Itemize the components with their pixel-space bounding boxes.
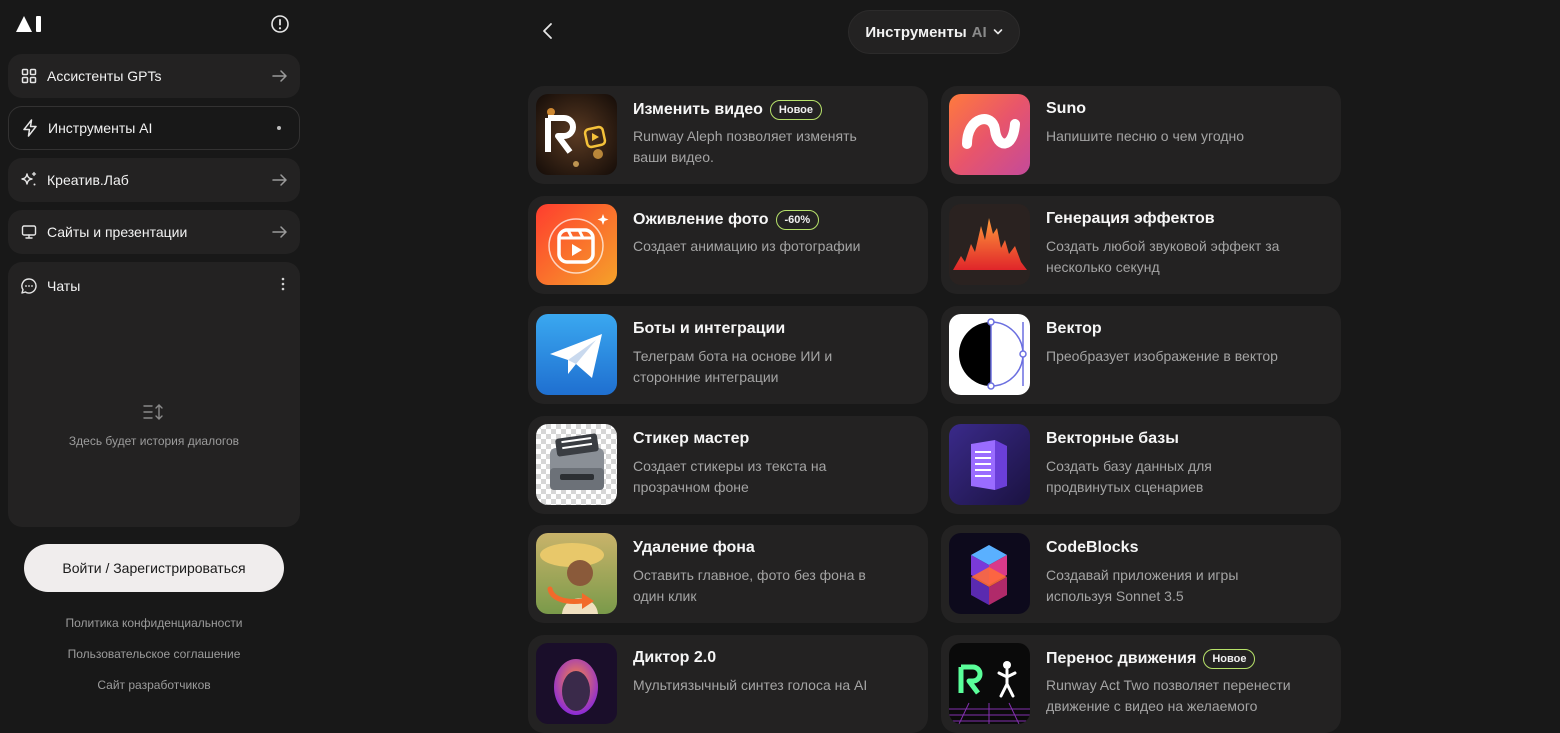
tool-description: Напишите песню о чем угодно	[1046, 128, 1245, 144]
sidebar-item-label: Креатив.Лаб	[47, 172, 129, 188]
tool-thumbnail	[949, 94, 1030, 175]
tool-title-text: Вектор	[1046, 320, 1102, 337]
developers-site-link[interactable]: Сайт разработчиков	[0, 678, 308, 692]
arrow-right-icon	[272, 173, 288, 187]
tool-card-remove-bg[interactable]: Удаление фона Оставить главное, фото без…	[528, 525, 928, 623]
tool-description: Телеграм бота на основе ИИ и сторонние и…	[633, 348, 833, 385]
tool-card-sticker-master[interactable]: Стикер мастер Создает стикеры из текста …	[528, 416, 928, 514]
user-agreement-link[interactable]: Пользовательское соглашение	[0, 647, 308, 661]
tool-card-animate-photo[interactable]: Оживление фото -60% Создает анимацию из …	[528, 196, 928, 294]
sidebar-item-label: Инструменты AI	[48, 120, 153, 136]
tool-title: Перенос движения Новое	[1046, 649, 1256, 669]
tool-title-text: Диктор 2.0	[633, 649, 717, 666]
tool-title-text: Боты и интеграции	[633, 320, 786, 337]
tool-thumbnail	[536, 533, 617, 614]
tool-card-motion-transfer[interactable]: Перенос движения Новое Runway Act Two по…	[941, 635, 1341, 733]
sidebar-item-label: Сайты и презентации	[47, 224, 188, 240]
tool-card-suno[interactable]: Suno Напишите песню о чем угодно	[941, 86, 1341, 184]
tool-card-edit-video[interactable]: Изменить видео Новое Runway Aleph позвол…	[528, 86, 928, 184]
tool-thumbnail	[536, 314, 617, 395]
tool-description: Runway Aleph позволяет изменять ваши вид…	[633, 128, 857, 165]
sidebar-item-gpts[interactable]: Ассистенты GPTs	[8, 54, 300, 98]
tool-title-text: Генерация эффектов	[1046, 210, 1215, 227]
sidebar-item-creative-lab[interactable]: Креатив.Лаб	[8, 158, 300, 202]
privacy-policy-link[interactable]: Политика конфиденциальности	[0, 616, 308, 630]
tool-card-vector[interactable]: Вектор Преобразует изображение в вектор	[941, 306, 1341, 404]
tool-title: Векторные базы	[1046, 430, 1179, 448]
tool-thumbnail	[949, 533, 1030, 614]
tool-description: Создать любой звуковой эффект за несколь…	[1046, 238, 1280, 275]
more-vertical-icon[interactable]	[280, 276, 286, 292]
tool-title-text: Стикер мастер	[633, 430, 750, 447]
chats-empty-text: Здесь будет история диалогов	[68, 434, 240, 448]
tool-thumbnail	[949, 424, 1030, 505]
tool-description: Создавай приложения и игры используя Son…	[1046, 567, 1239, 604]
tool-title: Генерация эффектов	[1046, 210, 1215, 228]
tool-title-text: Векторные базы	[1046, 430, 1179, 447]
tool-title: Удаление фона	[633, 539, 755, 557]
login-button[interactable]: Войти / Зарегистрироваться	[24, 544, 284, 592]
tool-title-text: Оживление фото	[633, 211, 769, 228]
grid-icon	[20, 67, 38, 85]
tool-card-codeblocks[interactable]: CodeBlocks Создавай приложения и игры ис…	[941, 525, 1341, 623]
tool-thumbnail	[949, 314, 1030, 395]
arrow-right-icon	[272, 225, 288, 239]
new-badge: Новое	[769, 100, 823, 120]
tool-title: Боты и интеграции	[633, 320, 785, 338]
tool-description: Создает анимацию из фотографии	[633, 238, 861, 254]
tool-title-text: Suno	[1046, 100, 1086, 117]
new-badge: Новое	[1203, 649, 1256, 669]
tool-title: Стикер мастер	[633, 430, 749, 448]
tool-title: Suno	[1046, 100, 1086, 118]
page-title: Инструменты	[865, 23, 967, 41]
discount-badge: -60%	[775, 210, 820, 230]
chat-bubble-icon	[20, 277, 38, 295]
tool-title: CodeBlocks	[1046, 539, 1138, 557]
tool-description: Создает стикеры из текста на прозрачном …	[633, 458, 827, 495]
sidebar-item-ai-tools[interactable]: Инструменты AI	[8, 106, 300, 150]
tool-card-narrator[interactable]: Диктор 2.0 Мультиязычный синтез голоса н…	[528, 635, 928, 733]
tool-title: Оживление фото -60%	[633, 210, 820, 230]
chats-title: Чаты	[47, 278, 81, 294]
tool-thumbnail	[536, 204, 617, 285]
sidebar-item-label: Ассистенты GPTs	[47, 68, 162, 84]
tool-card-bots[interactable]: Боты и интеграции Телеграм бота на основ…	[528, 306, 928, 404]
tools-title-dropdown[interactable]: Инструменты AI	[848, 10, 1020, 54]
page-title-accent: AI	[971, 23, 987, 41]
app-logo[interactable]	[16, 14, 46, 34]
tool-description: Создать базу данных для продвинутых сцен…	[1046, 458, 1212, 495]
tool-description: Оставить главное, фото без фона в один к…	[633, 567, 866, 604]
sort-list-icon	[143, 404, 163, 420]
chevron-down-icon	[993, 28, 1003, 36]
active-dot	[277, 126, 281, 130]
lightning-icon	[21, 119, 39, 137]
arrow-right-icon	[272, 69, 288, 83]
monitor-icon	[20, 223, 38, 241]
tool-description: Runway Act Two позволяет перенести движе…	[1046, 677, 1291, 714]
tool-title-text: Перенос движения	[1046, 650, 1197, 667]
tool-title: Изменить видео Новое	[633, 100, 823, 120]
sidebar: Ассистенты GPTs Инструменты AI Креатив.Л…	[0, 0, 310, 712]
tool-card-vector-db[interactable]: Векторные базы Создать базу данных для п…	[941, 416, 1341, 514]
chats-panel: Чаты Здесь будет история диалогов	[8, 262, 300, 527]
tool-title: Диктор 2.0	[633, 649, 716, 667]
back-chevron-icon[interactable]	[538, 21, 558, 41]
tool-title-text: CodeBlocks	[1046, 539, 1139, 556]
sidebar-item-sites[interactable]: Сайты и презентации	[8, 210, 300, 254]
tool-title-text: Удаление фона	[633, 539, 755, 556]
tool-thumbnail	[536, 424, 617, 505]
tool-title-text: Изменить видео	[633, 101, 763, 118]
tool-card-sound-effects[interactable]: Генерация эффектов Создать любой звуково…	[941, 196, 1341, 294]
tool-thumbnail	[536, 94, 617, 175]
sparkle-icon	[20, 171, 38, 189]
tool-title: Вектор	[1046, 320, 1102, 338]
tool-thumbnail	[949, 204, 1030, 285]
info-icon[interactable]	[270, 14, 290, 34]
tool-description: Преобразует изображение в вектор	[1046, 348, 1278, 364]
chats-header: Чаты	[20, 277, 80, 295]
tool-description: Мультиязычный синтез голоса на AI	[633, 677, 868, 693]
